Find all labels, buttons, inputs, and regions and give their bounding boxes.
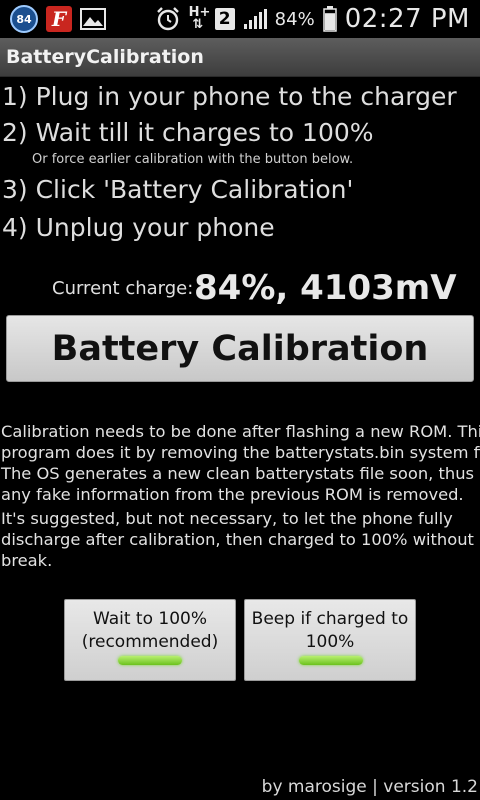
description-line: It's suggested, but not necessary, to le… (1, 509, 453, 528)
instruction-step-3: 3) Click 'Battery Calibration' (2, 175, 354, 204)
toggle-label-line: Wait to 100% (92, 609, 207, 629)
instruction-step-4: 4) Unplug your phone (2, 213, 275, 242)
description-paragraph-1: Calibration needs to be done after flash… (1, 421, 480, 505)
description-line: discharge after calibration, then charge… (1, 530, 474, 549)
battery-calibration-button[interactable]: Battery Calibration (6, 315, 474, 382)
current-charge-label: Current charge: (52, 278, 194, 299)
toggle-label: Wait to 100% (recommended) (65, 608, 235, 654)
toggle-label: Beep if charged to 100% (245, 608, 415, 654)
description-line: Calibration needs to be done after flash… (1, 422, 480, 441)
description-paragraph-2: It's suggested, but not necessary, to le… (1, 508, 474, 571)
description-line: program does it by removing the batterys… (1, 443, 480, 462)
toggle-on-indicator (299, 656, 363, 665)
status-bar: 84 F H+ ⇅ 2 84% 02:27 PM (0, 0, 480, 38)
signal-strength-icon (243, 9, 267, 29)
toggle-on-indicator (118, 656, 182, 665)
instruction-step-2: 2) Wait till it charges to 100% (2, 118, 374, 147)
beep-if-charged-toggle[interactable]: Beep if charged to 100% (244, 599, 416, 681)
toggle-label-line: (recommended) (81, 632, 219, 652)
sim-slot-icon: 2 (214, 8, 235, 30)
network-type-icon: H+ ⇅ (188, 5, 211, 32)
battery-percent: 84% (274, 8, 315, 30)
toggle-label-line: 100% (305, 632, 355, 652)
current-charge-value: 84%, 4103mV (194, 268, 457, 308)
gallery-icon (80, 8, 106, 30)
clock: 02:27 PM (344, 4, 470, 34)
wait-to-100-toggle[interactable]: Wait to 100% (recommended) (64, 599, 236, 681)
notification-count-icon: 84 (10, 5, 38, 33)
flipboard-icon: F (46, 6, 72, 32)
toggle-label-line: Beep if charged to (251, 609, 409, 629)
instruction-step-2-note: Or force earlier calibration with the bu… (32, 152, 354, 167)
description-line: break. (1, 551, 53, 570)
description-line: any fake information from the previous R… (1, 485, 464, 504)
app-title: BatteryCalibration (6, 46, 204, 68)
app-title-bar: BatteryCalibration (0, 38, 480, 77)
instruction-step-1: 1) Plug in your phone to the charger (2, 82, 457, 111)
alarm-clock-icon (156, 7, 179, 31)
footer-credit: by marosige | version 1.2 (261, 777, 478, 797)
description-line: The OS generates a new clean batterystat… (1, 464, 474, 483)
battery-icon (322, 6, 337, 32)
